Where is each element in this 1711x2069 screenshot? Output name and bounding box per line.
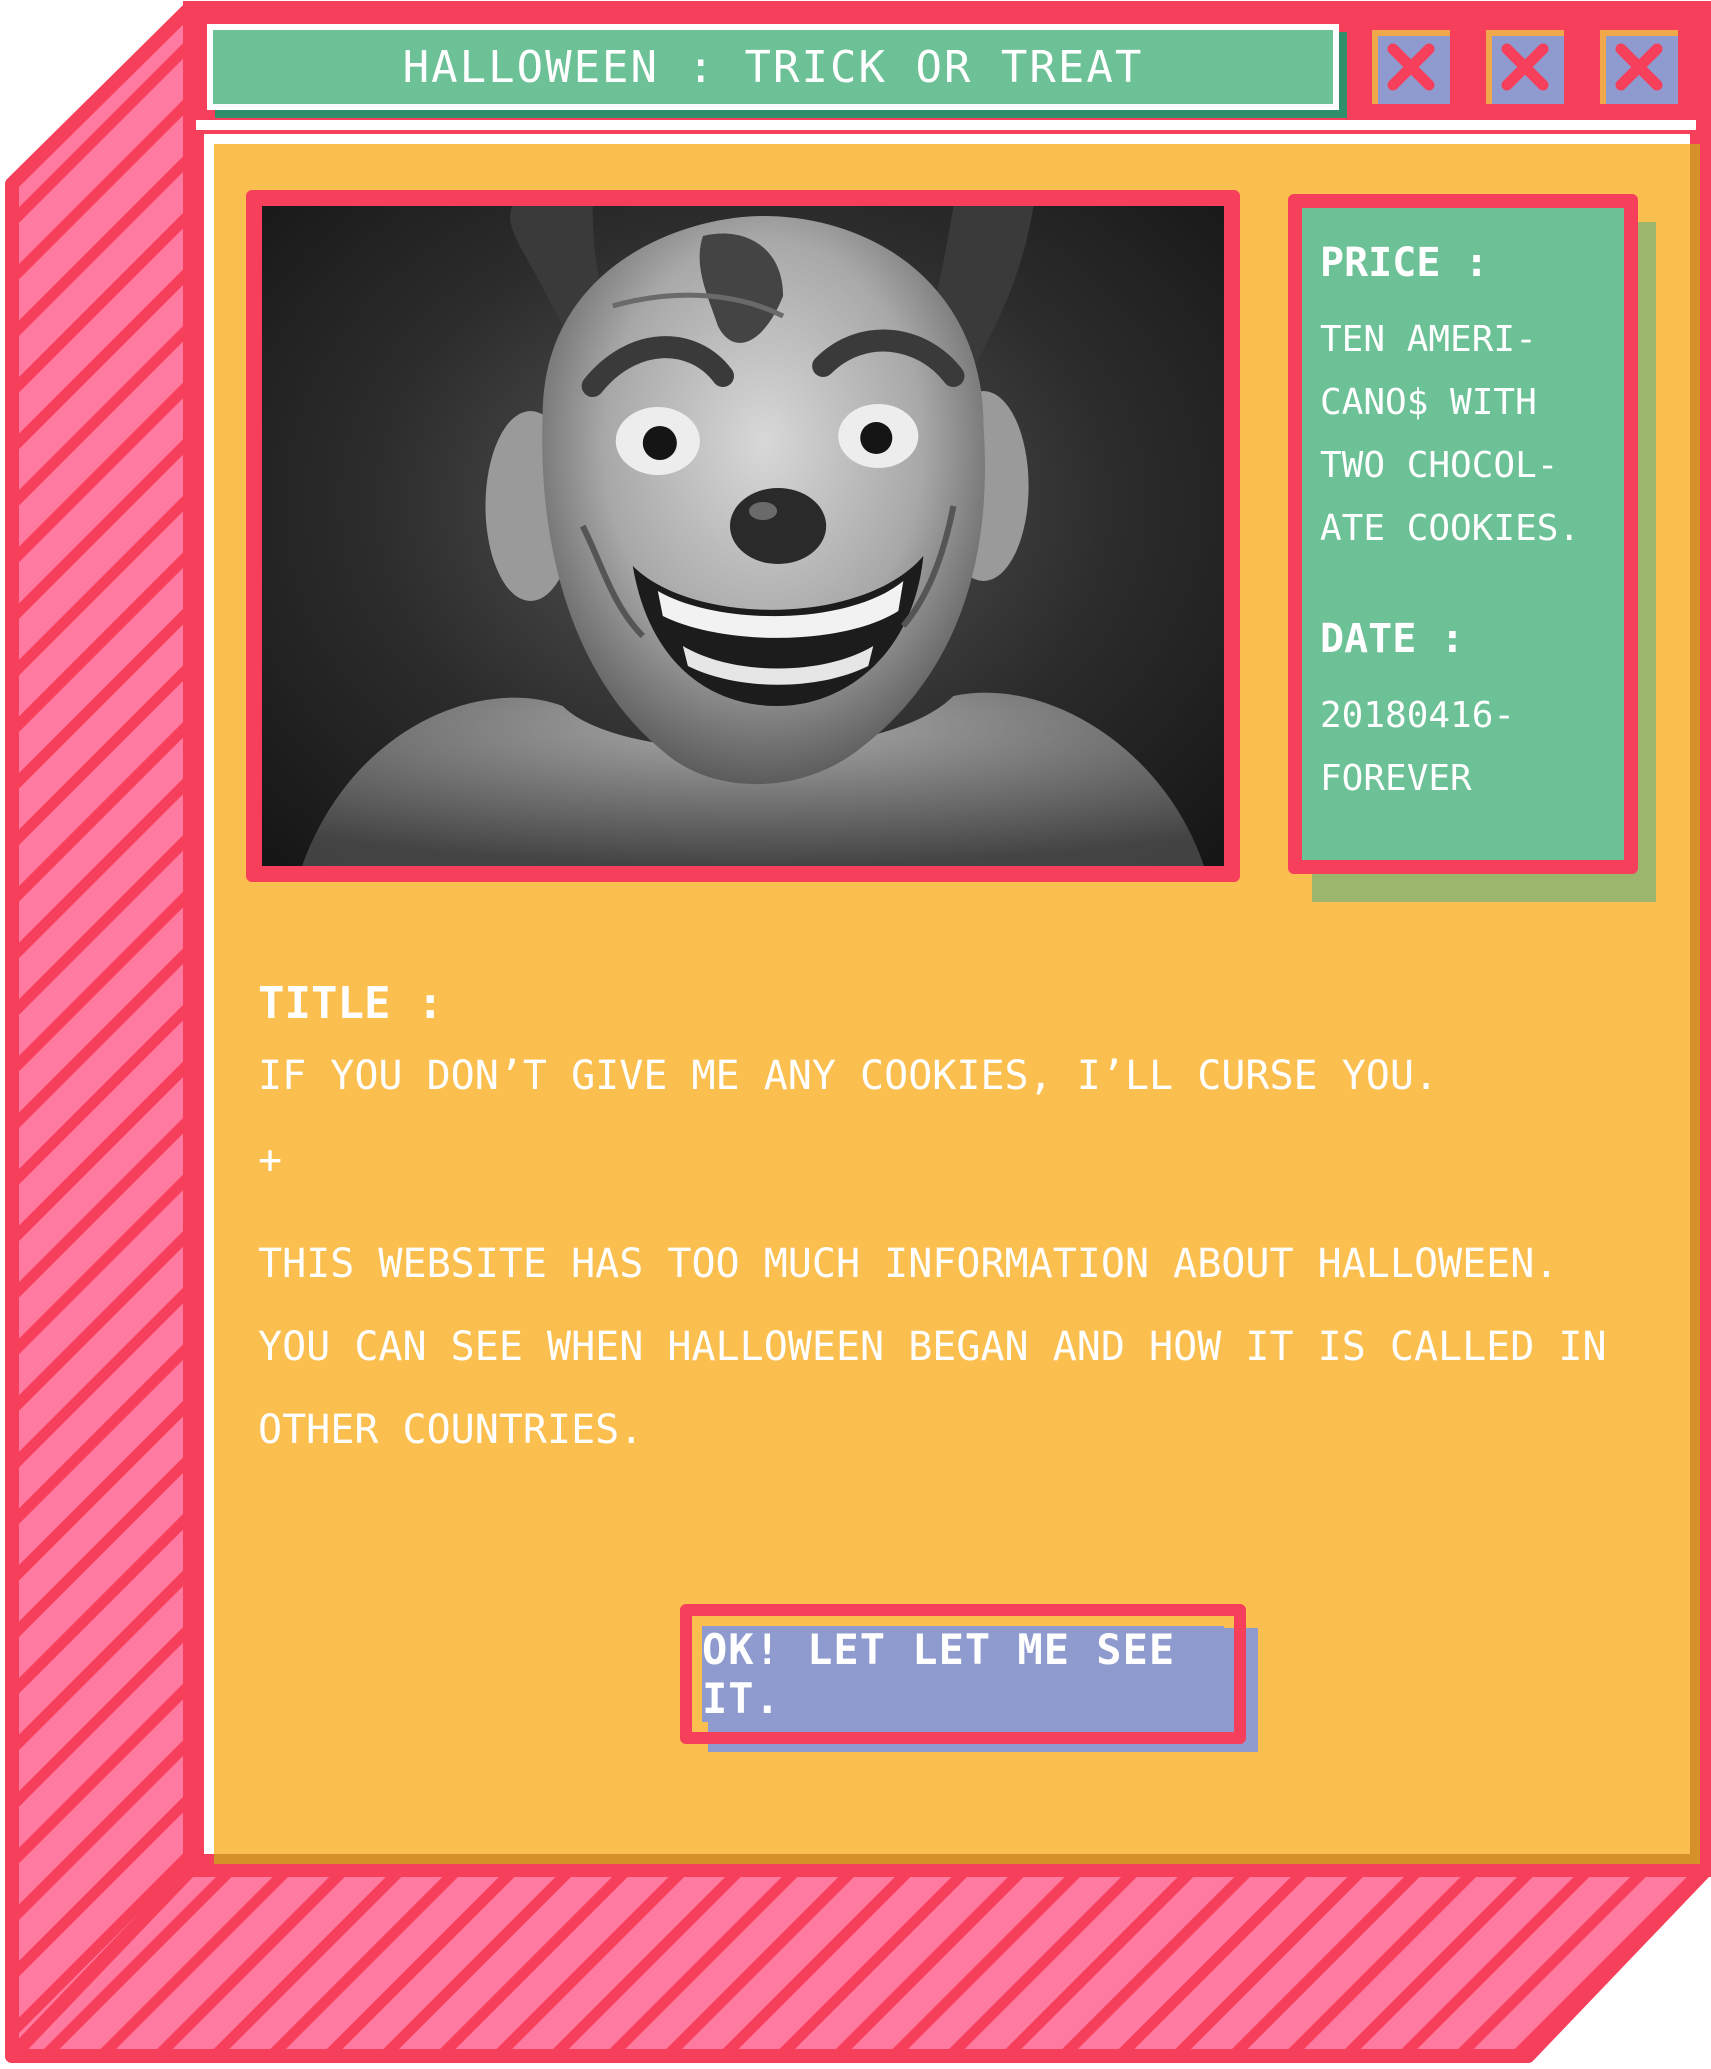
see-it-button-label: OK! LET LET ME SEE IT. bbox=[702, 1625, 1224, 1723]
price-value: TEN AMERI- CANO$ WITH TWO CHOCOL- ATE CO… bbox=[1320, 319, 1581, 549]
price-label: PRICE : bbox=[1320, 240, 1489, 286]
close-icon bbox=[1615, 43, 1663, 91]
description-text: THIS WEBSITE HAS TOO MUCH INFORMATION AB… bbox=[258, 1241, 1607, 1453]
see-it-button[interactable]: OK! LET LET ME SEE IT. bbox=[680, 1604, 1246, 1744]
window-title: HALLOWEEN : TRICK OR TREAT bbox=[402, 41, 1144, 93]
info-card: PRICE : TEN AMERI- CANO$ WITH TWO CHOCOL… bbox=[1288, 194, 1638, 874]
close-icon bbox=[1387, 43, 1435, 91]
title-bar: HALLOWEEN : TRICK OR TREAT bbox=[207, 24, 1339, 110]
title-label: TITLE : bbox=[258, 978, 444, 1029]
date-value: 20180416- FOREVER bbox=[1320, 695, 1516, 799]
date-label: DATE : bbox=[1320, 616, 1465, 662]
close-button-2[interactable] bbox=[1480, 24, 1570, 110]
photo-frame bbox=[246, 190, 1240, 882]
separator: + bbox=[258, 1137, 283, 1183]
close-icon bbox=[1501, 43, 1549, 91]
description-block: TITLE : IF YOU DON’T GIVE ME ANY COOKIES… bbox=[258, 978, 1638, 1472]
close-button-1[interactable] bbox=[1366, 24, 1456, 110]
title-value: IF YOU DON’T GIVE ME ANY COOKIES, I’LL C… bbox=[258, 1053, 1439, 1099]
clown-photo bbox=[262, 206, 1224, 866]
window: HALLOWEEN : TRICK OR TREAT PRICE: TEN A… bbox=[0, 0, 1711, 2069]
clown-mask-image bbox=[302, 206, 1204, 866]
close-button-3[interactable] bbox=[1594, 24, 1684, 110]
